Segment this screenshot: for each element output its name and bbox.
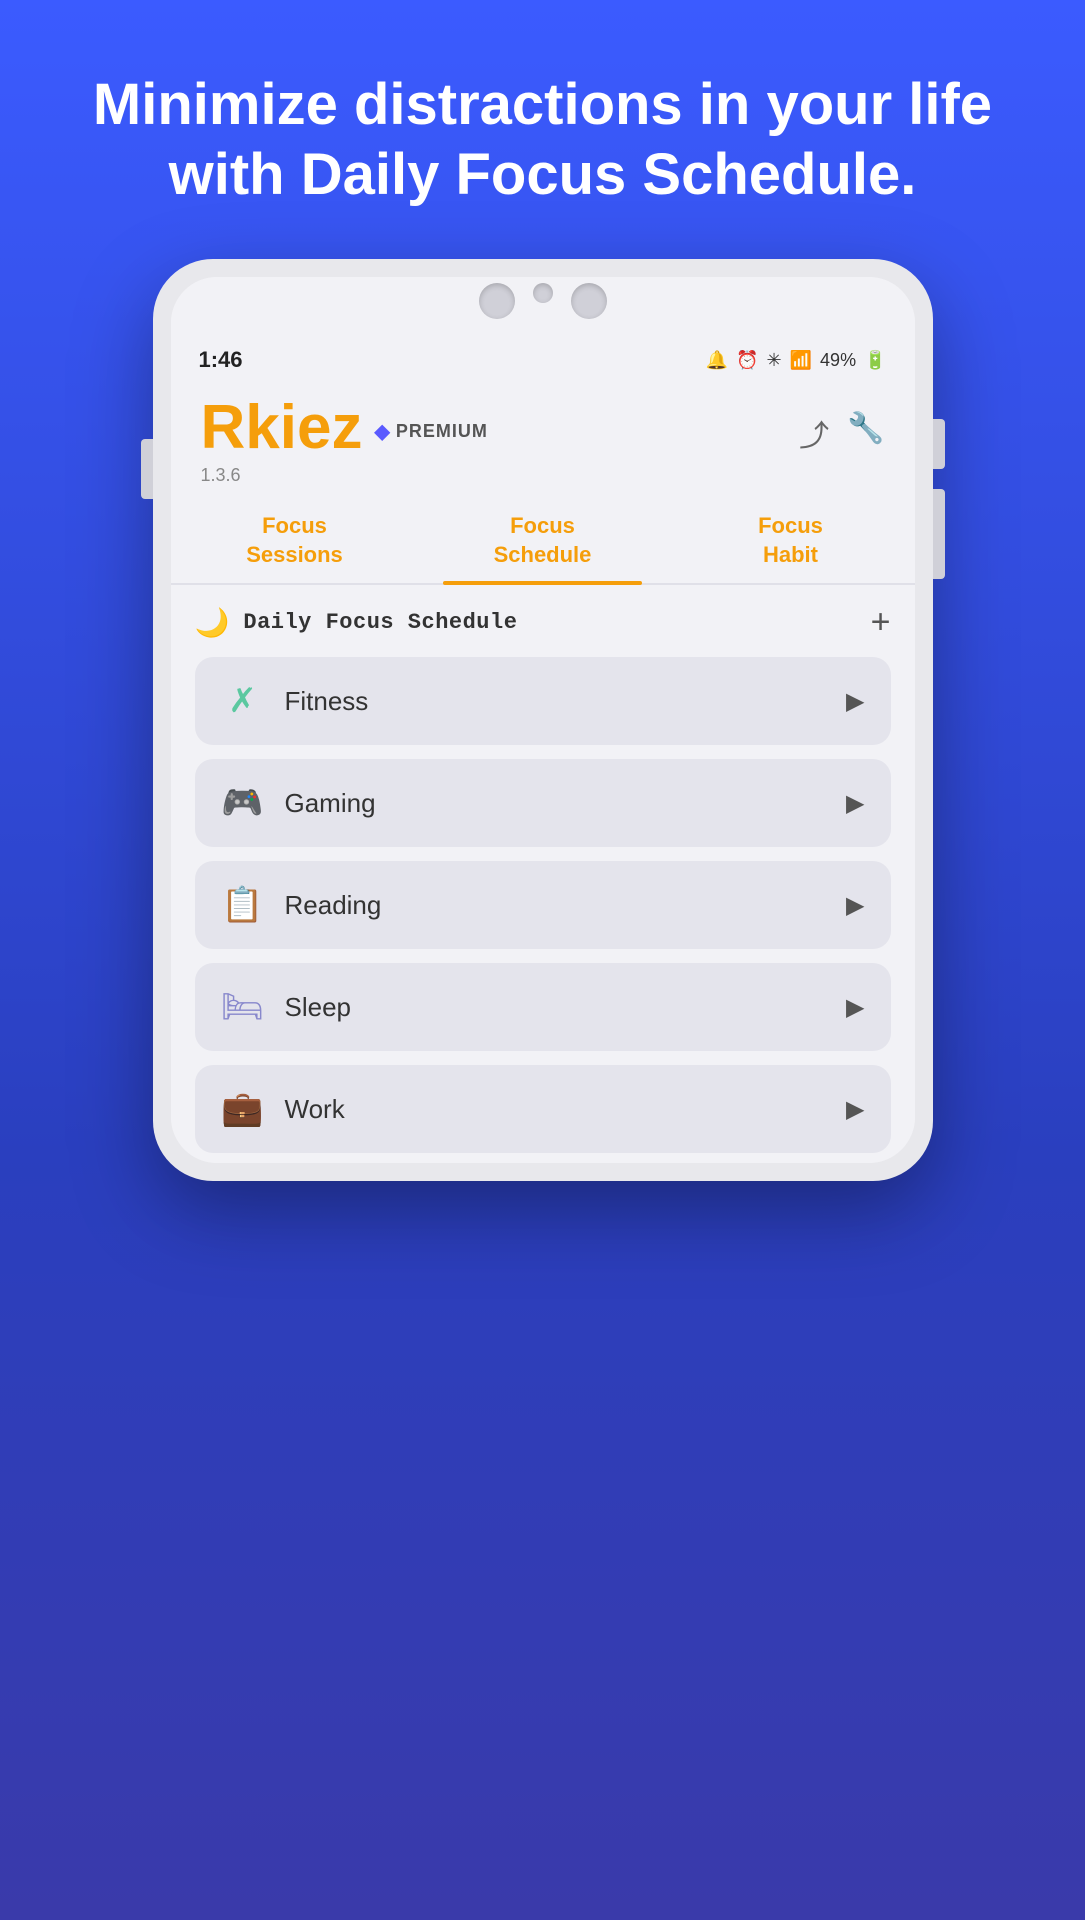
- moon-icon: 🌙: [195, 606, 230, 639]
- tabs: Focus Sessions Focus Schedule Focus Habi…: [171, 496, 915, 585]
- premium-label: PREMIUM: [396, 421, 488, 442]
- wifi-icon: 📶: [790, 350, 812, 371]
- side-button-right-1: [933, 419, 945, 469]
- reading-icon: 📋: [221, 885, 265, 925]
- chevron-right-sleep: ▶: [846, 993, 864, 1022]
- chevron-right-work: ▶: [846, 1095, 864, 1124]
- status-bar: 1:46 🔔 ⏰ ✳ 📶 49% 🔋: [171, 333, 915, 381]
- settings-icon[interactable]: 🔧: [847, 411, 884, 455]
- schedule-item-reading[interactable]: 📋 Reading ▶: [195, 861, 891, 949]
- phone-frame: 1:46 🔔 ⏰ ✳ 📶 49% 🔋 Rkiez ◆ PREMIUM: [153, 259, 933, 1181]
- item-left-fitness: ✗ Fitness: [221, 681, 369, 721]
- schedule-section: 🌙 Daily Focus Schedule + ✗ Fitness ▶: [171, 585, 915, 1163]
- reading-label: Reading: [285, 890, 382, 921]
- bluetooth-icon: ✳: [767, 350, 782, 371]
- tab-focus-schedule[interactable]: Focus Schedule: [419, 496, 667, 583]
- diamond-icon: ◆: [374, 419, 390, 444]
- side-button-right-2: [933, 489, 945, 579]
- share-icon[interactable]: ⤴: [799, 411, 829, 455]
- schedule-item-gaming[interactable]: 🎮 Gaming ▶: [195, 759, 891, 847]
- chevron-right-fitness: ▶: [846, 687, 864, 716]
- camera-bar: [171, 277, 915, 333]
- schedule-items: ✗ Fitness ▶ 🎮 Gaming ▶ 📋: [195, 657, 891, 1153]
- camera-dot-left: [479, 283, 515, 319]
- gaming-label: Gaming: [285, 788, 376, 819]
- work-label: Work: [285, 1094, 345, 1125]
- sleep-label: Sleep: [285, 992, 352, 1023]
- status-icons: 🔔 ⏰ ✳ 📶 49% 🔋: [706, 350, 887, 371]
- camera-dot-right: [571, 283, 607, 319]
- chevron-right-gaming: ▶: [846, 789, 864, 818]
- app-version: 1.3.6: [201, 465, 488, 486]
- app-logo-area: Rkiez ◆ PREMIUM 1.3.6: [201, 397, 488, 486]
- notification-icon: 🔔: [706, 350, 728, 371]
- app-title: Rkiez: [201, 397, 363, 459]
- camera-dot-center: [533, 283, 553, 303]
- chevron-right-reading: ▶: [846, 891, 864, 920]
- schedule-header-left: 🌙 Daily Focus Schedule: [195, 606, 518, 639]
- alarm-icon: ⏰: [736, 350, 758, 371]
- premium-badge: ◆ PREMIUM: [374, 419, 487, 444]
- item-left-sleep: 🛏 Sleep: [221, 987, 352, 1027]
- work-icon: 💼: [221, 1089, 265, 1129]
- schedule-item-fitness[interactable]: ✗ Fitness ▶: [195, 657, 891, 745]
- tab-focus-habit[interactable]: Focus Habit: [667, 496, 915, 583]
- sleep-icon: 🛏: [221, 987, 265, 1027]
- side-button-left: [141, 439, 153, 499]
- fitness-icon: ✗: [221, 681, 265, 721]
- fitness-label: Fitness: [285, 686, 369, 717]
- app-header-icons: ⤴ 🔧: [799, 411, 884, 455]
- item-left-work: 💼 Work: [221, 1089, 345, 1129]
- battery-icon: 🔋: [864, 350, 886, 371]
- item-left-gaming: 🎮 Gaming: [221, 783, 376, 823]
- app-logo-row: Rkiez ◆ PREMIUM: [201, 397, 488, 459]
- schedule-item-work[interactable]: 💼 Work ▶: [195, 1065, 891, 1153]
- schedule-title: Daily Focus Schedule: [243, 610, 517, 635]
- app-header: Rkiez ◆ PREMIUM 1.3.6 ⤴ 🔧: [171, 381, 915, 496]
- battery-level: 49%: [820, 350, 856, 371]
- gaming-icon: 🎮: [221, 783, 265, 823]
- status-time: 1:46: [199, 347, 243, 373]
- schedule-item-sleep[interactable]: 🛏 Sleep ▶: [195, 963, 891, 1051]
- add-schedule-button[interactable]: +: [871, 605, 891, 639]
- phone-screen: 1:46 🔔 ⏰ ✳ 📶 49% 🔋 Rkiez ◆ PREMIUM: [171, 277, 915, 1163]
- item-left-reading: 📋 Reading: [221, 885, 382, 925]
- tab-focus-sessions[interactable]: Focus Sessions: [171, 496, 419, 583]
- hero-tagline: Minimize distractions in your life with …: [0, 0, 1085, 259]
- schedule-header: 🌙 Daily Focus Schedule +: [195, 605, 891, 639]
